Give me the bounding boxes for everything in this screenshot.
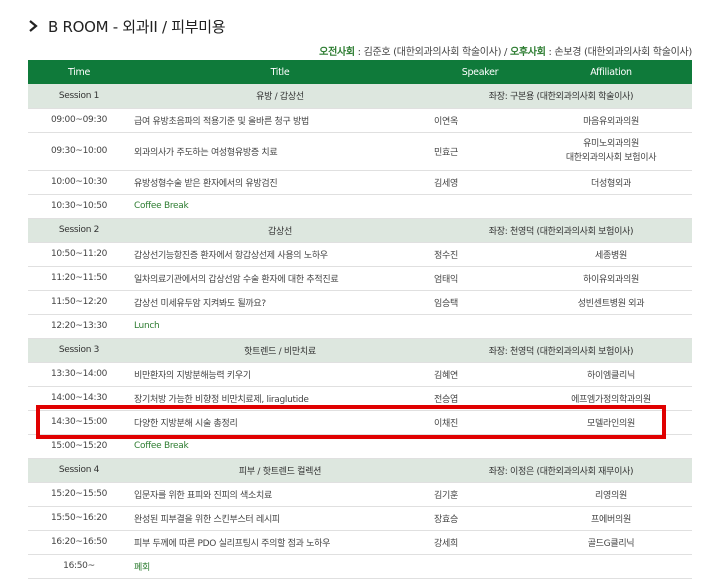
table-row: 11:20~11:50 일차의료기관에서의 갑상선암 수술 환자에 대한 추적진… [28,266,692,291]
pm-chair-label: 오후사회 [510,47,546,58]
cell-break-title: Coffee Break [130,194,430,219]
cell-time: 10:00~10:30 [28,170,130,195]
cell-title: 급여 유방초음파의 적용기준 및 올바른 청구 방법 [130,108,430,133]
table-row: 16:20~16:50 피부 두께에 따른 PDO 실리프팅시 주의할 점과 노… [28,530,692,555]
cell-time: 11:50~12:20 [28,290,130,315]
table-row: 15:20~15:50 입문자를 위한 표피와 진피의 색소치료 김기훈 리영의… [28,482,692,507]
cell-time: 11:20~11:50 [28,266,130,291]
header-affiliation: Affiliation [530,60,692,84]
session-chair: 좌장: 이정은 (대한외과의사회 재무이사) [430,458,692,483]
header-title: Title [130,60,430,84]
am-chair-label: 오전사회 [319,47,355,58]
header-time: Time [28,60,130,84]
table-row: 10:50~11:20 갑상선기능항진증 환자에서 항갑상선제 사용의 노하우 … [28,242,692,267]
session-chair: 좌장: 구본용 (대한외과의사회 학술이사) [430,84,692,109]
cell-affiliation: 리영의원 [530,482,692,507]
break-row: 10:30~10:50 Coffee Break [28,194,692,219]
cell-speaker: 김기훈 [430,482,530,507]
schedule-table: Time Title Speaker Affiliation Session 1… [28,60,692,579]
cell-title: 유방성형수술 받은 환자에서의 유방검진 [130,170,430,195]
cell-closing-title: 폐회 [130,554,430,579]
room-title: B ROOM - 외과II / 피부미용 [26,14,226,38]
cell-time: 12:20~13:30 [28,314,130,339]
cell-title: 피부 두께에 따른 PDO 실리프팅시 주의할 점과 노하우 [130,530,430,555]
session-label: Session 1 [28,84,130,109]
session-title: 갑상선 [130,218,430,243]
cell-time: 16:50~ [28,554,130,579]
cell-title: 갑상선 미세유두암 지켜봐도 될까요? [130,290,430,315]
affiliation-line-1: 유미노외과의원 [583,139,639,149]
pm-chair-value: : 손보경 (대한외과의사회 학술이사) [545,47,692,58]
cell-speaker: 이연옥 [430,108,530,133]
cell-title: 완성된 피부결을 위한 스킨부스터 레시피 [130,506,430,531]
cell-affiliation: 더성형외과 [530,170,692,195]
cell-title: 입문자를 위한 표피와 진피의 색소치료 [130,482,430,507]
table-row: 09:00~09:30 급여 유방초음파의 적용기준 및 올바른 청구 방법 이… [28,108,692,133]
cell-speaker: 민효근 [430,132,530,171]
cell-speaker: 임승택 [430,290,530,315]
cell-time: 15:50~16:20 [28,506,130,531]
session-chairs: 오전사회 : 김준호 (대한외과의사회 학술이사) / 오후사회 : 손보경 (… [319,43,692,58]
session-title: 피부 / 핫트렌드 컬렉션 [130,458,430,483]
cell-time: 13:30~14:00 [28,362,130,387]
cell-break-title: Lunch [130,314,430,339]
am-chair-value: : 김준호 (대한외과의사회 학술이사) / [354,47,510,58]
session-row: Session 4 피부 / 핫트렌드 컬렉션 좌장: 이정은 (대한외과의사회… [28,458,692,483]
cell-time: 09:30~10:00 [28,132,130,171]
cell-speaker: 장효승 [430,506,530,531]
cell-time: 15:20~15:50 [28,482,130,507]
closing-row: 16:50~ 폐회 [28,554,692,579]
cell-speaker: 김혜연 [430,362,530,387]
cell-affiliation: 유미노외과의원 대한외과의사회 보험이사 [530,132,692,171]
cell-title: 비만환자의 지방분해능력 키우기 [130,362,430,387]
session-title: 핫트렌드 / 비만치료 [130,338,430,363]
header-speaker: Speaker [430,60,530,84]
cell-speaker: 엄태익 [430,266,530,291]
session-row: Session 3 핫트렌드 / 비만치료 좌장: 천영덕 (대한외과의사회 보… [28,338,692,363]
break-row: 12:20~13:30 Lunch [28,314,692,339]
cell-affiliation: 하이엠클리닉 [530,362,692,387]
cell-affiliation: 성빈센트병원 외과 [530,290,692,315]
session-row: Session 1 유방 / 갑상선 좌장: 구본용 (대한외과의사회 학술이사… [28,84,692,109]
cell-affiliation: 골드G클리닉 [530,530,692,555]
table-row: 09:30~10:00 외과의사가 주도하는 여성형유방증 치료 민효근 유미노… [28,132,692,171]
session-title: 유방 / 갑상선 [130,84,430,109]
table-row: 11:50~12:20 갑상선 미세유두암 지켜봐도 될까요? 임승택 성빈센트… [28,290,692,315]
cell-title: 외과의사가 주도하는 여성형유방증 치료 [130,132,430,171]
highlight-box [36,405,666,439]
session-chair: 좌장: 천영덕 (대한외과의사회 보험이사) [430,338,692,363]
cell-time: 10:50~11:20 [28,242,130,267]
affiliation-line-2: 대한외과의사회 보험이사 [565,153,657,163]
session-label: Session 4 [28,458,130,483]
cell-title: 갑상선기능항진증 환자에서 항갑상선제 사용의 노하우 [130,242,430,267]
cell-affiliation: 하이유외과의원 [530,266,692,291]
table-row: 10:00~10:30 유방성형수술 받은 환자에서의 유방검진 김세영 더성형… [28,170,692,195]
cell-time: 16:20~16:50 [28,530,130,555]
cell-time: 09:00~09:30 [28,108,130,133]
table-header-row: Time Title Speaker Affiliation [28,60,692,84]
session-row: Session 2 갑상선 좌장: 천영덕 (대한외과의사회 보험이사) [28,218,692,243]
cell-affiliation: 마음유외과의원 [530,108,692,133]
session-label: Session 2 [28,218,130,243]
table-row: 15:50~16:20 완성된 피부결을 위한 스킨부스터 레시피 장효승 프에… [28,506,692,531]
cell-time: 10:30~10:50 [28,194,130,219]
cell-speaker: 김세영 [430,170,530,195]
chevron-right-icon [29,20,38,32]
cell-speaker: 강세희 [430,530,530,555]
table-row: 13:30~14:00 비만환자의 지방분해능력 키우기 김혜연 하이엠클리닉 [28,362,692,387]
cell-speaker: 정수진 [430,242,530,267]
cell-title: 일차의료기관에서의 갑상선암 수술 환자에 대한 추적진료 [130,266,430,291]
cell-affiliation: 프에버의원 [530,506,692,531]
session-label: Session 3 [28,338,130,363]
room-title-text: B ROOM - 외과II / 피부미용 [48,17,226,36]
session-chair: 좌장: 천영덕 (대한외과의사회 보험이사) [430,218,692,243]
cell-affiliation: 세종병원 [530,242,692,267]
